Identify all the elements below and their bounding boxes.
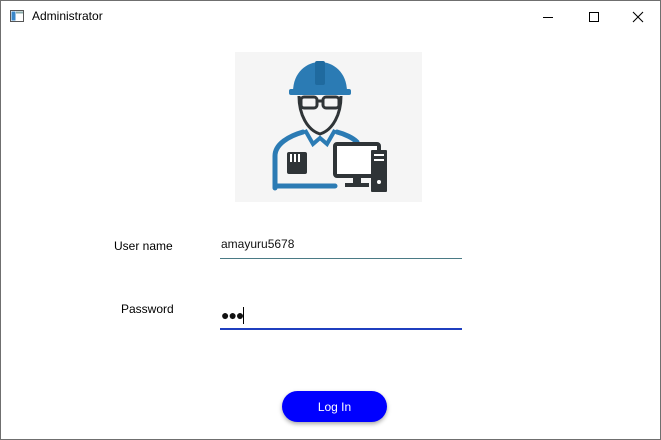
app-window-icon [10,10,24,22]
close-icon [632,11,644,22]
title-bar[interactable]: Administrator [1,1,660,32]
username-input[interactable]: amayuru5678 [220,234,462,259]
password-masked-value: ●●● [221,307,244,323]
minimize-icon [543,16,553,18]
username-label: User name [114,239,173,253]
username-value: amayuru5678 [221,237,295,251]
login-window: Administrator User name amayuru5678 Pass… [0,0,661,440]
close-button[interactable] [615,1,661,32]
maximize-icon [589,11,599,22]
minimize-button[interactable] [525,1,571,32]
window-title: Administrator [32,9,103,23]
text-caret [243,307,244,324]
login-button[interactable]: Log In [282,391,387,422]
admin-logo [235,52,422,202]
engineer-with-computer-icon [272,61,387,192]
password-label: Password [121,302,174,316]
maximize-button[interactable] [571,1,617,32]
password-input[interactable]: ●●● [220,304,462,330]
